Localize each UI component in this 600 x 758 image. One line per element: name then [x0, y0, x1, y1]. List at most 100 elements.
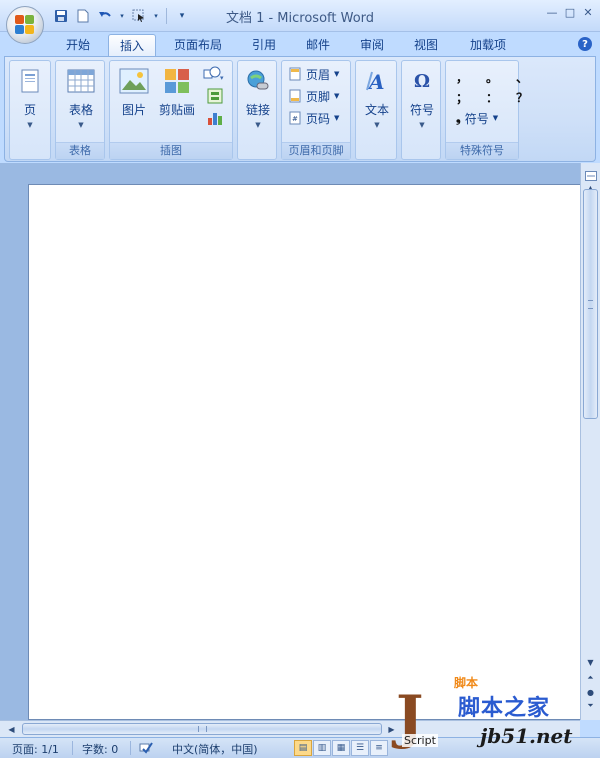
- watermark-logo: J Script 脚本 脚本之家 jb51.net: [396, 672, 600, 758]
- office-logo-icon: [15, 15, 35, 35]
- status-word-count[interactable]: 字数: 0: [82, 741, 118, 757]
- symbol-semicolon[interactable]: ；: [456, 89, 468, 106]
- chevron-down-icon: ▼: [492, 114, 499, 122]
- omega-icon: Ω: [413, 70, 431, 92]
- shapes-icon[interactable]: ▾: [202, 65, 226, 83]
- group-symbols: Ω 符号 ▼: [401, 60, 441, 160]
- group-links: 链接 ▼: [237, 60, 277, 160]
- group-label-tables: 表格: [56, 142, 104, 159]
- outline-view-icon[interactable]: ☰: [351, 740, 369, 756]
- symbol-enum-comma[interactable]: 、: [516, 69, 528, 86]
- links-label: 链接: [245, 103, 270, 117]
- divider: [72, 741, 73, 755]
- special-symbols-row-1: ， 。 、: [456, 67, 528, 87]
- symbol-question[interactable]: ？: [516, 89, 528, 106]
- tab-home[interactable]: 开始: [56, 34, 100, 57]
- ribbon-panel: 页 ▼ 表格 ▼ 表格 图片 剪贴画 ▾ 插图 链接 ▼ 页眉 ▼ 页脚 ▼ #…: [4, 56, 596, 162]
- scroll-down-icon[interactable]: ▼: [583, 655, 598, 669]
- tab-review[interactable]: 审阅: [350, 34, 394, 57]
- tab-addins[interactable]: 加载项: [460, 34, 516, 57]
- print-layout-icon[interactable]: ▤: [294, 740, 312, 756]
- chevron-down-icon: ▼: [334, 114, 340, 122]
- group-label-illustrations: 插图: [110, 142, 232, 159]
- horizontal-scroll-thumb[interactable]: [22, 723, 382, 735]
- document-area: [0, 163, 580, 720]
- table-label: 表格: [68, 103, 93, 117]
- clipart-icon: [161, 65, 193, 97]
- close-icon[interactable]: ✕: [580, 4, 596, 20]
- group-text: A 文本 ▼: [355, 60, 397, 160]
- text-button[interactable]: A 文本 ▼: [357, 65, 397, 129]
- chevron-down-icon: ▼: [27, 121, 33, 129]
- footer-button[interactable]: 页脚 ▼: [288, 86, 339, 106]
- view-buttons: ▤ ▥ ▦ ☰ ≡: [294, 740, 388, 756]
- watermark-url: jb51.net: [480, 724, 573, 748]
- special-symbol-button[interactable]: ❟ 符号 ▼: [456, 108, 498, 128]
- smartart-icon[interactable]: [206, 87, 224, 105]
- symbol-colon[interactable]: ：: [486, 89, 498, 106]
- web-layout-icon[interactable]: ▦: [332, 740, 350, 756]
- group-special-symbols: ， 。 、 ； ： ？ ❟ 符号 ▼ 特殊符号: [445, 60, 528, 160]
- clipart-button[interactable]: 剪贴画: [156, 65, 198, 118]
- document-page[interactable]: [28, 184, 580, 720]
- chevron-down-icon: ▼: [78, 121, 84, 129]
- group-tables: 表格 ▼ 表格: [55, 60, 105, 160]
- ribbon-tabs: 开始 插入 页面布局 引用 邮件 审阅 视图 加载项 ?: [0, 32, 600, 57]
- chevron-down-icon: ▼: [334, 92, 340, 100]
- table-icon: [65, 65, 97, 97]
- picture-button[interactable]: 图片: [114, 65, 154, 118]
- group-label-special-symbols: 特殊符号: [446, 142, 518, 159]
- vertical-scrollbar[interactable]: ▲ ▼ ⏶ ● ⏷: [580, 163, 600, 720]
- text-label: 文本: [364, 103, 389, 117]
- divider: [130, 741, 131, 755]
- symbol-label: 符号: [409, 103, 434, 117]
- vertical-scroll-thumb[interactable]: [583, 189, 598, 419]
- text-icon: A: [361, 65, 393, 97]
- window-title: 文档 1 - Microsoft Word: [225, 11, 375, 26]
- office-button[interactable]: [6, 6, 44, 44]
- watermark-top: 脚本: [454, 676, 479, 690]
- minimize-icon[interactable]: —: [544, 4, 560, 20]
- clipart-label: 剪贴画: [158, 103, 195, 117]
- group-header-footer: 页眉 ▼ 页脚 ▼ # 页码 ▼ 页眉和页脚: [281, 60, 351, 160]
- page-number-label: 页码: [306, 111, 331, 126]
- chart-icon[interactable]: [206, 109, 224, 127]
- page-number-button[interactable]: # 页码 ▼: [288, 108, 339, 128]
- footer-label: 页脚: [306, 89, 331, 104]
- symbol-button[interactable]: Ω 符号 ▼: [402, 65, 442, 130]
- group-label-header-footer: 页眉和页脚: [282, 142, 350, 159]
- group-pages: 页 ▼: [9, 60, 51, 160]
- tab-view[interactable]: 视图: [404, 34, 448, 57]
- picture-label: 图片: [121, 103, 146, 117]
- svg-text:#: #: [292, 115, 298, 123]
- full-screen-reading-icon[interactable]: ▥: [313, 740, 331, 756]
- window-controls: — □ ✕: [544, 4, 596, 20]
- links-button[interactable]: 链接 ▼: [238, 65, 278, 129]
- pages-label: 页: [23, 103, 36, 117]
- header-button[interactable]: 页眉 ▼: [288, 64, 339, 84]
- tab-insert[interactable]: 插入: [108, 34, 156, 57]
- page-number-icon: #: [288, 111, 302, 125]
- header-icon: [288, 67, 302, 81]
- watermark-script: Script: [402, 734, 438, 747]
- scroll-left-icon[interactable]: ◀: [4, 722, 19, 736]
- table-button[interactable]: 表格 ▼: [61, 65, 101, 129]
- tab-page-layout[interactable]: 页面布局: [166, 34, 230, 57]
- status-page[interactable]: 页面: 1/1: [12, 741, 59, 757]
- watermark-cn: 脚本之家: [458, 696, 551, 721]
- chevron-down-icon: ▼: [419, 121, 425, 129]
- special-symbol-icon: ❟: [456, 110, 461, 125]
- symbol-period[interactable]: 。: [486, 69, 498, 86]
- proofing-icon[interactable]: [138, 741, 154, 758]
- help-icon[interactable]: ?: [578, 37, 592, 51]
- tab-references[interactable]: 引用: [242, 34, 286, 57]
- tab-mailings[interactable]: 邮件: [296, 34, 340, 57]
- header-label: 页眉: [306, 67, 331, 82]
- draft-view-icon[interactable]: ≡: [370, 740, 388, 756]
- maximize-icon[interactable]: □: [562, 4, 578, 20]
- pages-button[interactable]: 页 ▼: [10, 65, 50, 129]
- special-symbol-label: 符号: [464, 111, 489, 126]
- link-icon: [242, 65, 274, 97]
- status-language[interactable]: 中文(简体，中国): [172, 741, 258, 757]
- symbol-comma[interactable]: ，: [456, 69, 468, 86]
